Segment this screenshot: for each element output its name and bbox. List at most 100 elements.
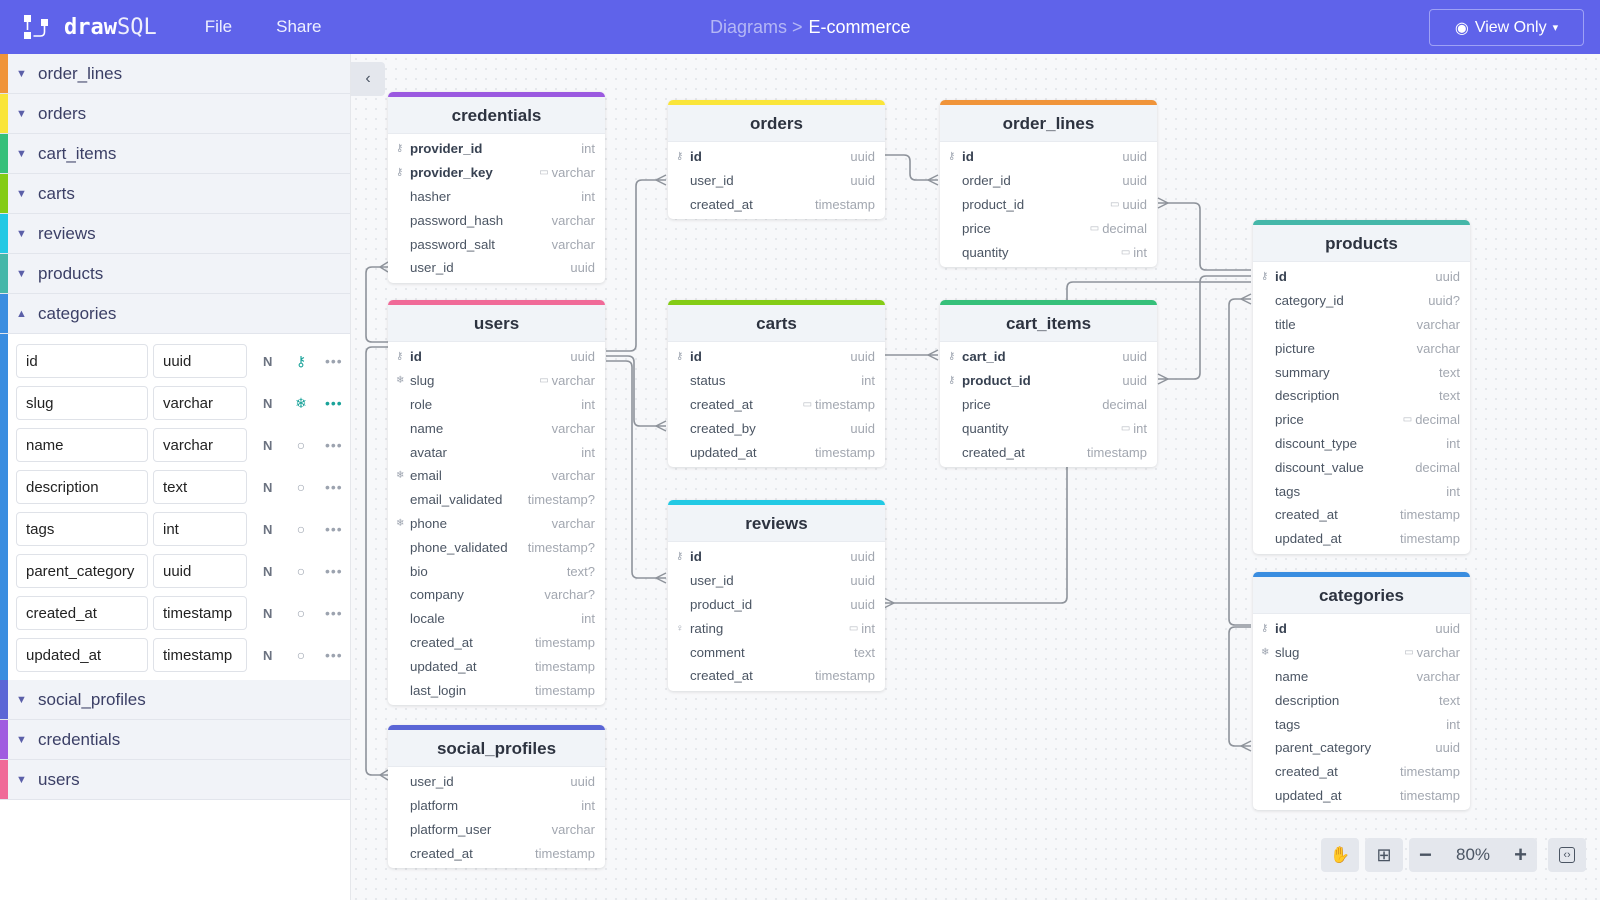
- column-row[interactable]: price decimal: [940, 393, 1157, 417]
- nav-file[interactable]: File: [205, 17, 232, 37]
- column-row[interactable]: ❄ slug ▭ varchar: [388, 369, 605, 393]
- column-type-input[interactable]: varchar: [153, 386, 247, 420]
- sidebar-item-users[interactable]: ▼ users: [0, 760, 350, 800]
- view-only-button[interactable]: ◉ View Only ▾: [1429, 9, 1584, 46]
- column-type-input[interactable]: varchar: [153, 428, 247, 462]
- column-row[interactable]: hasher int: [388, 185, 605, 209]
- circle-icon[interactable]: ○: [293, 521, 309, 537]
- sidebar-item-carts[interactable]: ▼ carts: [0, 174, 350, 214]
- column-row[interactable]: ⚷ provider_key ▭ varchar: [388, 161, 605, 185]
- table-social-profiles[interactable]: social_profiles user_id uuid platform int pla…: [388, 725, 605, 869]
- column-row[interactable]: ⚷ id uuid: [668, 345, 885, 369]
- nullable-toggle[interactable]: N: [263, 648, 277, 663]
- column-type-input[interactable]: text: [153, 470, 247, 504]
- snowflake-icon[interactable]: ❄: [293, 395, 309, 412]
- sidebar-item-orders[interactable]: ▼ orders: [0, 94, 350, 134]
- table-order-lines[interactable]: order_lines ⚷ id uuid order_id uuid product_id…: [940, 100, 1157, 267]
- nullable-toggle[interactable]: N: [263, 606, 277, 621]
- table-products[interactable]: products ⚷ id uuid category_id uuid? title varc…: [1253, 220, 1470, 554]
- sidebar-item-categories[interactable]: ▲ categories: [0, 294, 350, 334]
- more-options-icon[interactable]: •••: [325, 437, 343, 453]
- column-row[interactable]: description text: [1253, 384, 1470, 408]
- column-row[interactable]: role int: [388, 393, 605, 417]
- column-row[interactable]: user_id uuid: [388, 256, 605, 280]
- column-row[interactable]: created_at ▭ timestamp: [668, 393, 885, 417]
- column-row[interactable]: quantity ▭ int: [940, 240, 1157, 264]
- more-options-icon[interactable]: •••: [325, 647, 343, 663]
- column-row[interactable]: platform_user varchar: [388, 818, 605, 842]
- column-row[interactable]: ⚷ id uuid: [668, 545, 885, 569]
- nav-share[interactable]: Share: [276, 17, 321, 37]
- column-row[interactable]: status int: [668, 369, 885, 393]
- column-type-input[interactable]: timestamp: [153, 638, 247, 672]
- column-name-input[interactable]: updated_at: [16, 638, 148, 672]
- pan-tool-button[interactable]: ✋: [1321, 838, 1359, 872]
- column-row[interactable]: created_at timestamp: [1253, 503, 1470, 527]
- sidebar-item-social-profiles[interactable]: ▼ social_profiles: [0, 680, 350, 720]
- more-options-icon[interactable]: •••: [325, 521, 343, 537]
- column-row[interactable]: created_at timestamp: [940, 440, 1157, 464]
- table-users[interactable]: users ⚷ id uuid ❄ slug ▭ varchar role int name varc…: [388, 300, 605, 705]
- column-name-input[interactable]: parent_category: [16, 554, 148, 588]
- column-row[interactable]: summary text: [1253, 360, 1470, 384]
- column-row[interactable]: ♀ rating ▭ int: [668, 616, 885, 640]
- column-row[interactable]: created_at timestamp: [668, 193, 885, 217]
- column-row[interactable]: quantity ▭ int: [940, 416, 1157, 440]
- column-row[interactable]: created_at timestamp: [668, 664, 885, 688]
- arrange-button[interactable]: ⊞: [1365, 838, 1403, 872]
- sidebar-item-cart-items[interactable]: ▼ cart_items: [0, 134, 350, 174]
- column-row[interactable]: updated_at timestamp: [1253, 527, 1470, 551]
- column-row[interactable]: description text: [1253, 688, 1470, 712]
- column-row[interactable]: category_id uuid?: [1253, 289, 1470, 313]
- column-row[interactable]: product_id uuid: [668, 593, 885, 617]
- column-type-input[interactable]: uuid: [153, 344, 247, 378]
- column-name-input[interactable]: slug: [16, 386, 148, 420]
- column-name-input[interactable]: id: [16, 344, 148, 378]
- column-row[interactable]: updated_at timestamp: [668, 440, 885, 464]
- nullable-toggle[interactable]: N: [263, 480, 277, 495]
- column-row[interactable]: parent_category uuid: [1253, 736, 1470, 760]
- column-row[interactable]: price ▭ decimal: [1253, 408, 1470, 432]
- column-row[interactable]: bio text?: [388, 559, 605, 583]
- column-row[interactable]: user_id uuid: [668, 169, 885, 193]
- circle-icon[interactable]: ○: [293, 647, 309, 663]
- column-row[interactable]: updated_at timestamp: [388, 654, 605, 678]
- collapse-sidebar-button[interactable]: ‹: [351, 62, 385, 96]
- column-row[interactable]: avatar int: [388, 440, 605, 464]
- column-name-input[interactable]: tags: [16, 512, 148, 546]
- logo[interactable]: drawSQL: [22, 13, 157, 41]
- nullable-toggle[interactable]: N: [263, 522, 277, 537]
- column-row[interactable]: product_id ▭ uuid: [940, 193, 1157, 217]
- more-options-icon[interactable]: •••: [325, 563, 343, 579]
- column-row[interactable]: title varchar: [1253, 313, 1470, 337]
- column-row[interactable]: password_hash varchar: [388, 208, 605, 232]
- column-row[interactable]: ⚷ id uuid: [940, 145, 1157, 169]
- column-row[interactable]: created_at timestamp: [1253, 760, 1470, 784]
- column-row[interactable]: ⚷ id uuid: [1253, 617, 1470, 641]
- column-row[interactable]: name varchar: [388, 416, 605, 440]
- column-row[interactable]: created_at timestamp: [388, 841, 605, 865]
- column-name-input[interactable]: description: [16, 470, 148, 504]
- sidebar-item-products[interactable]: ▼ products: [0, 254, 350, 294]
- column-row[interactable]: created_by uuid: [668, 416, 885, 440]
- table-reviews[interactable]: reviews ⚷ id uuid user_id uuid product_id uuid ♀…: [668, 500, 885, 691]
- table-cart-items[interactable]: cart_items ⚷ cart_id uuid ⚷ product_id uuid pri…: [940, 300, 1157, 467]
- column-type-input[interactable]: int: [153, 512, 247, 546]
- column-row[interactable]: created_at timestamp: [388, 631, 605, 655]
- nullable-toggle[interactable]: N: [263, 564, 277, 579]
- column-row[interactable]: company varchar?: [388, 583, 605, 607]
- circle-icon[interactable]: ○: [293, 605, 309, 621]
- column-row[interactable]: email_validated timestamp?: [388, 488, 605, 512]
- column-name-input[interactable]: created_at: [16, 596, 148, 630]
- column-row[interactable]: ⚷ id uuid: [1253, 265, 1470, 289]
- column-row[interactable]: ⚷ id uuid: [388, 345, 605, 369]
- column-row[interactable]: comment text: [668, 640, 885, 664]
- nullable-toggle[interactable]: N: [263, 438, 277, 453]
- column-row[interactable]: discount_type int: [1253, 432, 1470, 456]
- column-row[interactable]: updated_at timestamp: [1253, 784, 1470, 808]
- column-row[interactable]: password_salt varchar: [388, 232, 605, 256]
- circle-icon[interactable]: ○: [293, 479, 309, 495]
- sidebar-item-credentials[interactable]: ▼ credentials: [0, 720, 350, 760]
- table-categories[interactable]: categories ⚷ id uuid ❄ slug ▭ varchar name varcha…: [1253, 572, 1470, 811]
- key-icon[interactable]: ⚷: [293, 353, 309, 370]
